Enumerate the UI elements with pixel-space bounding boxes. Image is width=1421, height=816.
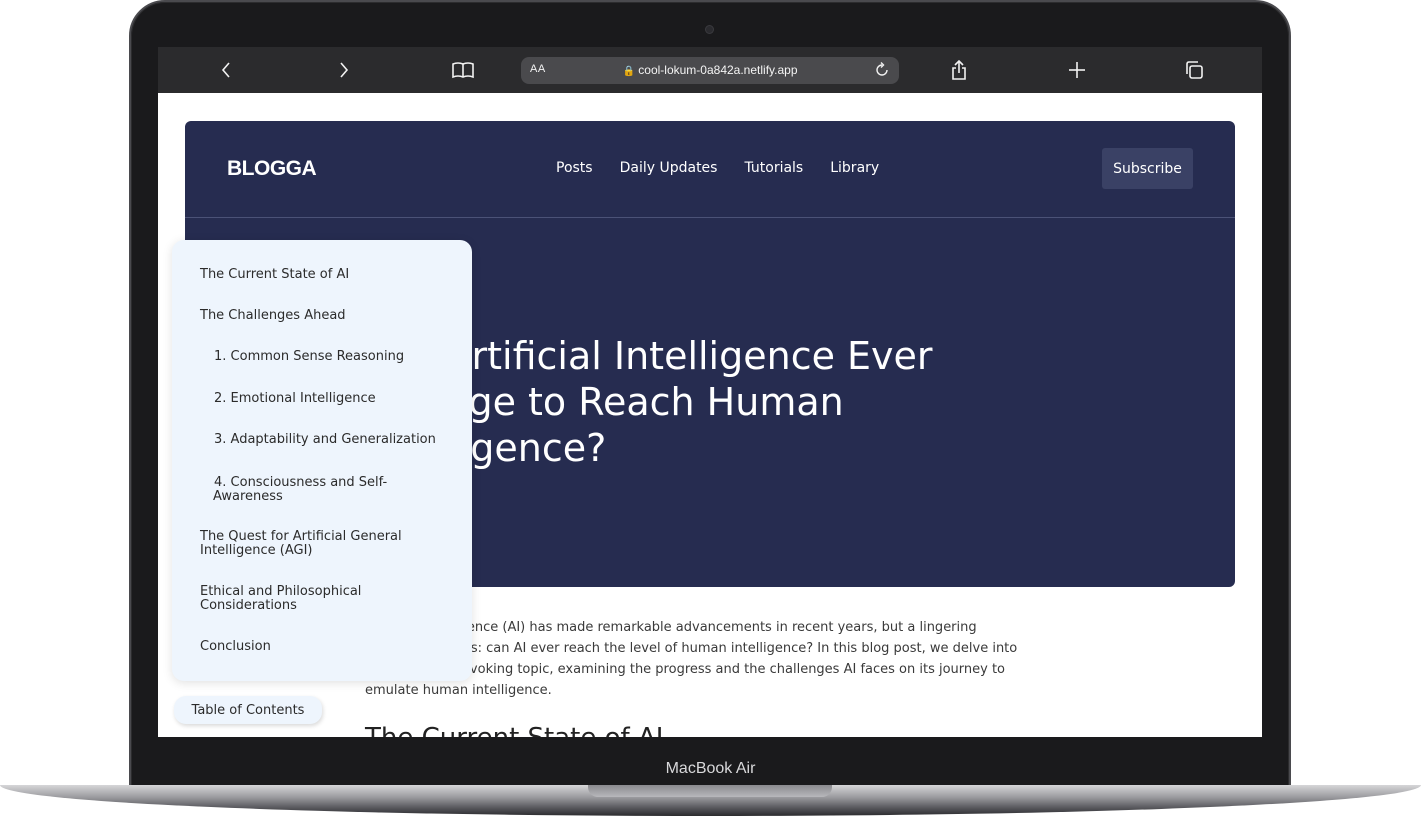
site-logo[interactable]: BLOGGA <box>227 157 317 181</box>
toc-item[interactable]: The Quest for Artificial General Intelli… <box>200 530 402 558</box>
toc-item-line: Considerations <box>200 598 297 613</box>
toc-item[interactable]: Ethical and Philosophical Considerations <box>200 585 361 613</box>
toc-item[interactable]: 4. Consciousness and Self- Awareness <box>213 475 388 504</box>
toc-item[interactable]: 2. Emotional Intelligence <box>214 392 376 406</box>
nav-divider <box>185 217 1235 218</box>
toc-toggle-button[interactable]: Table of Contents <box>174 696 322 724</box>
nav-link-library[interactable]: Library <box>830 160 879 176</box>
toc-item[interactable]: 3. Adaptability and Generalization <box>214 433 436 447</box>
toc-item-line: Awareness <box>213 489 283 504</box>
nav-link-posts[interactable]: Posts <box>556 160 593 176</box>
lock-icon: 🔒 <box>622 66 635 77</box>
browser-screen: AA 🔒 cool-lokum-0a842a.netlify.app BLOGG… <box>158 47 1262 737</box>
address-bar[interactable]: AA 🔒 cool-lokum-0a842a.netlify.app <box>521 57 899 84</box>
forward-icon[interactable] <box>334 57 354 83</box>
new-tab-icon[interactable] <box>1066 57 1088 83</box>
nav-link-tutorials[interactable]: Tutorials <box>744 160 803 176</box>
toc-item[interactable]: The Current State of AI <box>200 268 349 282</box>
reload-icon[interactable] <box>873 61 891 84</box>
toc-item-line: Ethical and Philosophical <box>200 584 362 599</box>
bookmarks-icon[interactable] <box>450 57 476 83</box>
url-text: cool-lokum-0a842a.netlify.app <box>638 63 798 77</box>
main-nav: Posts Daily Updates Tutorials Library <box>556 160 879 176</box>
toc-item[interactable]: 1. Common Sense Reasoning <box>214 350 404 364</box>
device-label: MacBook Air <box>665 760 756 777</box>
tabs-icon[interactable] <box>1183 57 1205 83</box>
back-icon[interactable] <box>216 57 236 83</box>
toc-item-line: Intelligence (AGI) <box>200 543 313 558</box>
section-heading: The Current State of AI <box>365 723 663 737</box>
toc-item-line: The Quest for Artificial General <box>200 529 402 544</box>
toc-item-line: 4. Consciousness and Self- <box>214 475 388 490</box>
nav-link-daily-updates[interactable]: Daily Updates <box>620 160 718 176</box>
intro-line: emulate human intelligence. <box>365 683 552 698</box>
subscribe-button[interactable]: Subscribe <box>1102 148 1193 189</box>
share-icon[interactable] <box>948 57 970 83</box>
laptop-notch <box>588 785 832 797</box>
toc-panel: The Current State of AI The Challenges A… <box>172 240 472 681</box>
url-display[interactable]: 🔒 cool-lokum-0a842a.netlify.app <box>521 63 899 77</box>
camera-dot <box>706 26 713 33</box>
toc-item[interactable]: Conclusion <box>200 640 271 654</box>
toc-item[interactable]: The Challenges Ahead <box>200 309 346 323</box>
browser-toolbar: AA 🔒 cool-lokum-0a842a.netlify.app <box>158 47 1262 93</box>
